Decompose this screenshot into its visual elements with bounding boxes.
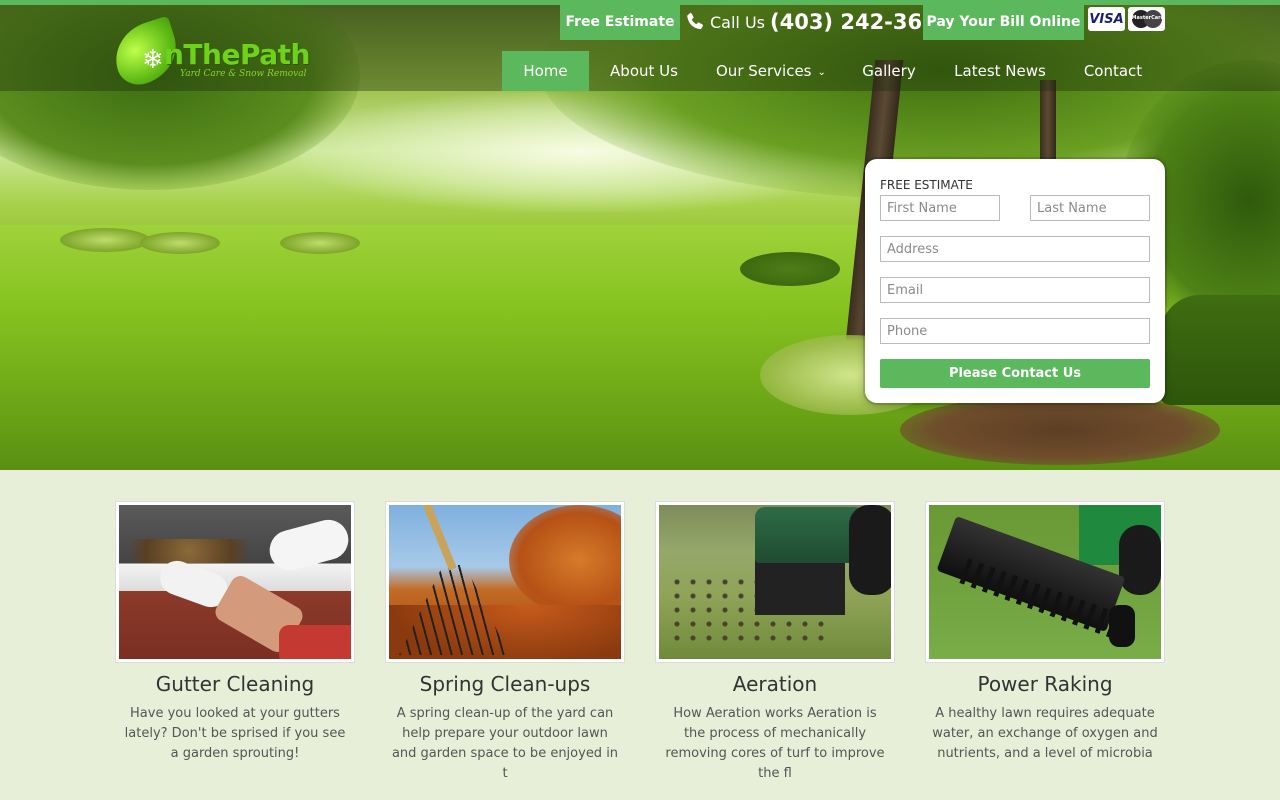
nav-item-our-services-label: Our Services [716,62,812,80]
phone-field[interactable] [880,318,1150,344]
service-card-gutter-cleaning: Gutter Cleaning Have you looked at your … [115,501,355,764]
site-logo[interactable]: ❄ nThePath Yard Care & Snow Removal [106,12,310,91]
nav-item-latest-news[interactable]: Latest News [939,51,1061,91]
service-description: How Aeration works Aeration is the proce… [665,706,885,781]
service-description: A healthy lawn requires adequate water, … [932,706,1158,761]
service-description: Have you looked at your gutters lately? … [124,706,346,761]
logo-name: nThePath [164,38,310,71]
nav-item-home[interactable]: Home [502,51,589,91]
spring-clean-ups-image [389,505,621,659]
call-us[interactable]: Call Us (403) 242-3662 [684,6,951,38]
nav-item-our-services[interactable]: Our Services ⌄ [699,51,839,91]
visa-label: VISA [1089,11,1124,27]
free-estimate-button[interactable]: Free Estimate [560,4,680,40]
power-raking-image [929,505,1161,659]
service-photo[interactable] [925,501,1165,663]
service-photo[interactable] [385,501,625,663]
service-card-power-raking: Power Raking A healthy lawn requires ade… [925,501,1165,764]
logo-tagline: Yard Care & Snow Removal [180,69,307,79]
chevron-down-icon: ⌄ [817,67,826,78]
mastercard-icon: MasterCard [1128,7,1165,31]
service-card-spring-clean-ups: Spring Clean-ups A spring clean-up of th… [385,501,625,784]
address-field[interactable] [880,236,1150,262]
hero-shrub [140,232,220,254]
nav-item-about-us[interactable]: About Us [589,51,699,91]
mastercard-label: MasterCard [1131,15,1165,21]
hero-shrub [280,232,360,254]
service-title[interactable]: Spring Clean-ups [385,672,625,696]
last-name-field[interactable] [1030,195,1150,221]
service-card-aeration: Aeration How Aeration works Aeration is … [655,501,895,784]
aeration-image [659,505,891,659]
service-title[interactable]: Power Raking [925,672,1165,696]
service-description: A spring clean-up of the yard can help p… [391,706,619,781]
hero-shrub [740,252,840,286]
pay-bill-button[interactable]: Pay Your Bill Online [923,4,1084,40]
first-name-field[interactable] [880,195,1000,221]
contact-submit-button[interactable]: Please Contact Us [880,359,1150,388]
form-title: FREE ESTIMATE [880,178,973,192]
phone-icon [687,12,703,30]
visa-card-icon: VISA [1088,7,1125,31]
main-nav: Home About Us Our Services ⌄ Gallery Late… [502,51,1165,91]
hero-hedge [1160,295,1280,405]
service-title[interactable]: Gutter Cleaning [115,672,355,696]
service-photo[interactable] [115,501,355,663]
service-photo[interactable] [655,501,895,663]
service-title[interactable]: Aeration [655,672,895,696]
hero-shrub [60,228,150,252]
hero-mulch-bed [900,395,1220,465]
nav-item-contact[interactable]: Contact [1061,51,1165,91]
email-field[interactable] [880,277,1150,303]
logo-snowflake-icon: ❄ [142,45,164,75]
call-us-label: Call Us [710,12,765,32]
free-estimate-form: FREE ESTIMATE Please Contact Us [865,159,1165,403]
gutter-cleaning-image [119,505,351,659]
nav-item-gallery[interactable]: Gallery [839,51,939,91]
